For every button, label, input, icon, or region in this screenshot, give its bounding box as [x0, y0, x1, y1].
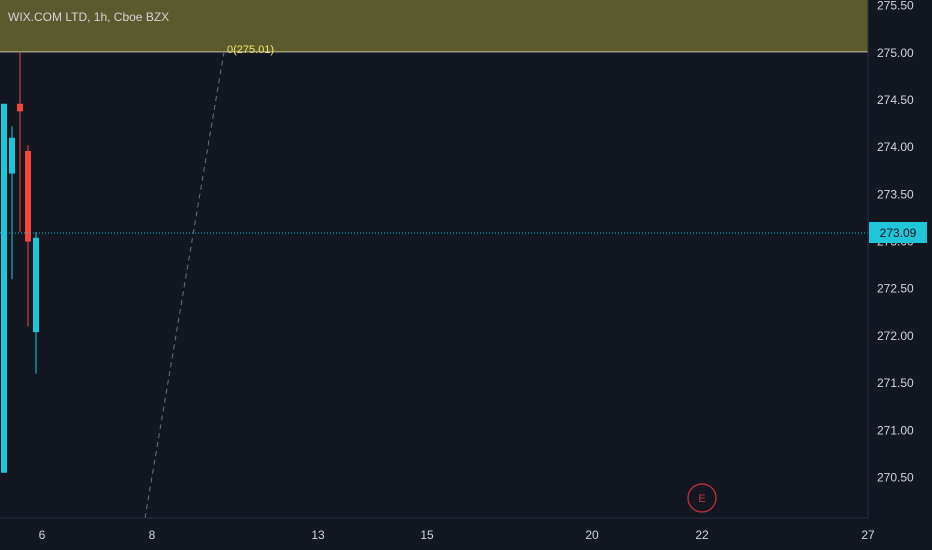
y-tick-label: 272.50	[877, 282, 914, 296]
y-tick-label: 271.50	[877, 376, 914, 390]
x-tick-label: 20	[585, 528, 599, 542]
earnings-letter: E	[698, 493, 705, 505]
chart-background	[0, 0, 932, 550]
candle-body	[25, 150, 31, 242]
y-tick-label: 272.00	[877, 329, 914, 343]
y-tick-label: 275.00	[877, 46, 914, 60]
candle-body	[9, 137, 15, 174]
y-tick-label: 270.50	[877, 470, 914, 484]
y-tick-label: 273.50	[877, 187, 914, 201]
x-tick-label: 22	[695, 528, 709, 542]
x-tick-label: 15	[420, 528, 434, 542]
candle-body	[17, 103, 23, 112]
price-axis[interactable]	[868, 0, 932, 518]
candle[interactable]	[1, 103, 7, 473]
chart-root[interactable]: 270.50271.00271.50272.00272.50273.00273.…	[0, 0, 932, 550]
x-tick-label: 13	[311, 528, 325, 542]
last-price-label: 273.09	[880, 226, 917, 240]
candle-body	[33, 237, 39, 333]
candle-body	[1, 103, 7, 473]
x-tick-label: 6	[39, 528, 46, 542]
last-price-marker: 273.09	[869, 222, 927, 243]
fib-level-label: 0(275.01)	[227, 44, 274, 56]
fib-zone-band	[0, 0, 868, 52]
x-tick-label: 8	[149, 528, 156, 542]
y-tick-label: 274.50	[877, 93, 914, 107]
chart-svg[interactable]: 270.50271.00271.50272.00272.50273.00273.…	[0, 0, 932, 550]
y-tick-label: 271.00	[877, 423, 914, 437]
x-tick-label: 27	[861, 528, 875, 542]
y-tick-label: 274.00	[877, 140, 914, 154]
chart-title: WIX.COM LTD, 1h, Cboe BZX	[8, 10, 169, 24]
y-tick-label: 275.50	[877, 0, 914, 13]
